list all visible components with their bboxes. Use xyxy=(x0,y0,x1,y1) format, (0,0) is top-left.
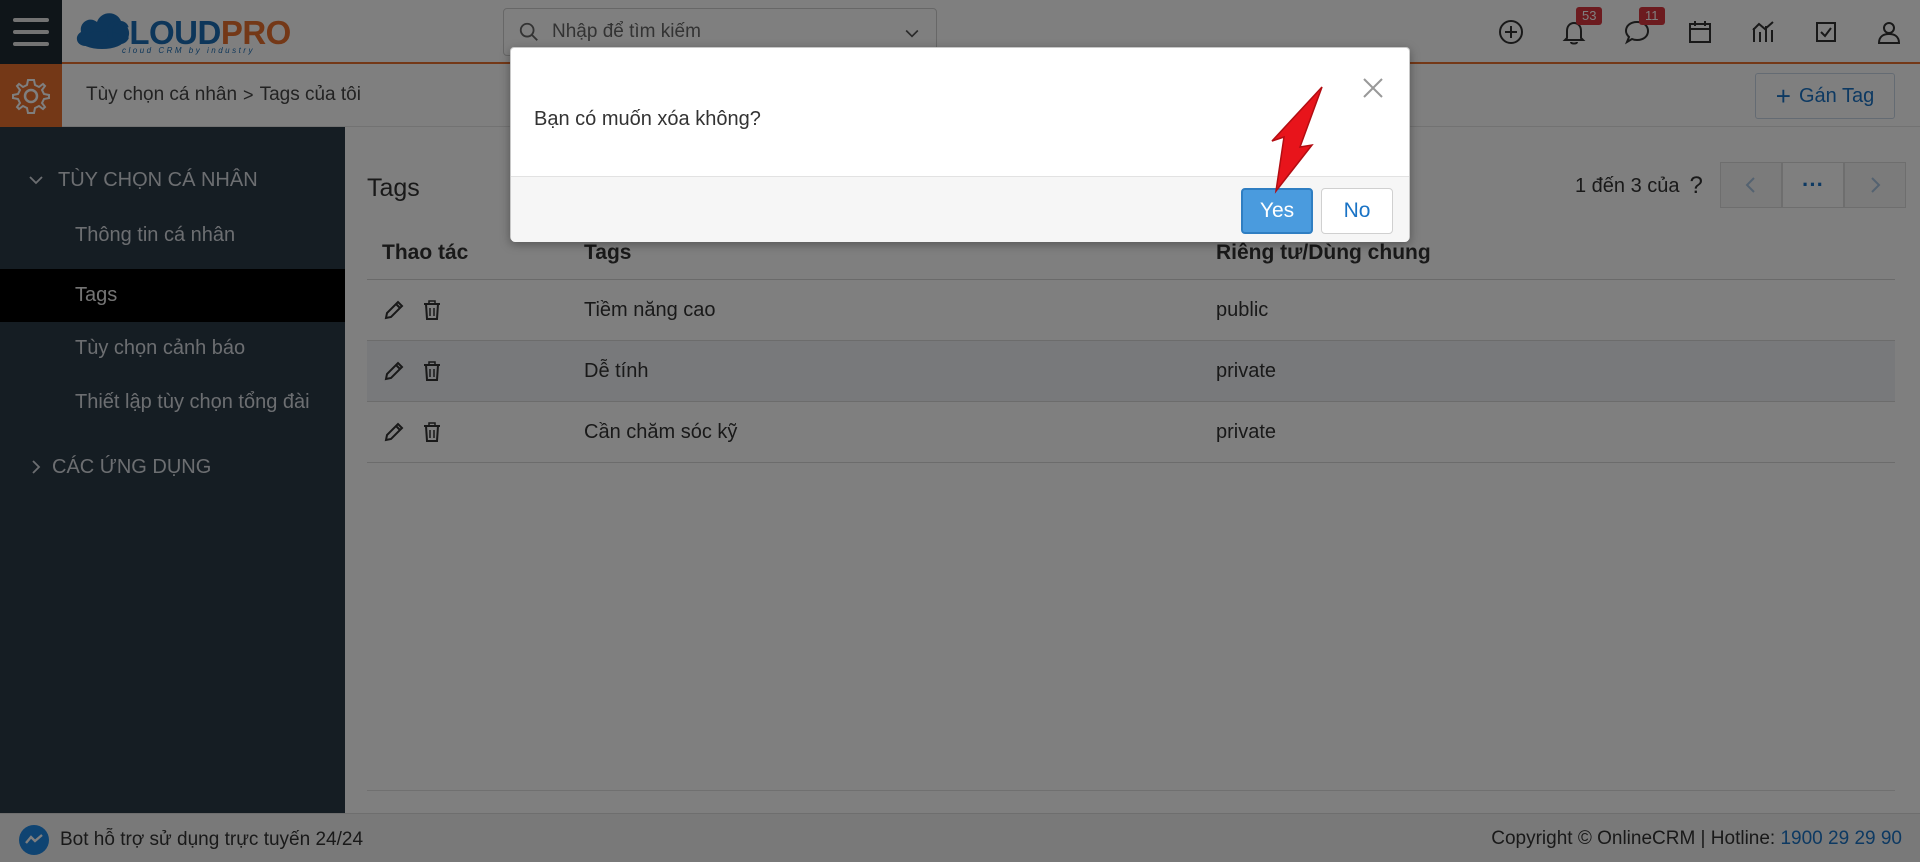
dialog-message: Bạn có muốn xóa không? xyxy=(534,108,761,130)
pointer-arrow-annotation xyxy=(1271,86,1323,194)
close-icon[interactable] xyxy=(1359,74,1387,102)
